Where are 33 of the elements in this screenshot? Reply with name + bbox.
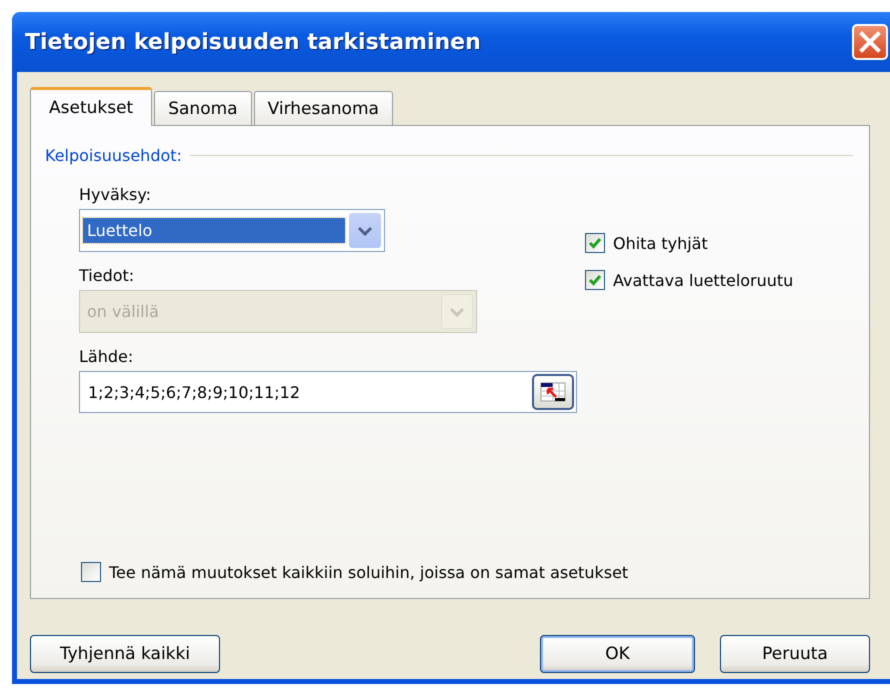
window-title: Tietojen kelpoisuuden tarkistaminen <box>25 30 481 54</box>
dropdown-value: Luettelo <box>83 218 345 243</box>
dialog-button[interactable]: Peruuta <box>720 635 870 673</box>
collapse-dialog-button[interactable] <box>532 374 574 410</box>
field-label: Lähde: <box>79 347 134 366</box>
field-label: Hyväksy: <box>79 185 152 204</box>
check-icon <box>588 237 602 249</box>
tab[interactable]: Sanoma <box>154 91 252 125</box>
checkbox-option[interactable]: Avattava luetteloruutu <box>585 270 794 290</box>
checkbox[interactable] <box>81 562 101 582</box>
tab[interactable]: Virhesanoma <box>254 91 393 125</box>
close-button[interactable] <box>852 24 888 60</box>
checkbox-option[interactable]: Tee nämä muutokset kaikkiin soluihin, joissa on samat asetukset <box>81 562 853 582</box>
dialog-button[interactable]: Tyhjennä kaikki <box>30 635 220 673</box>
checkbox-option[interactable]: Ohita tyhjät <box>585 233 794 253</box>
check-icon <box>588 274 602 286</box>
chevron-down-icon <box>357 226 373 236</box>
dropdown[interactable]: Luettelo <box>79 209 385 252</box>
range-select-icon <box>540 382 566 402</box>
dialog-button[interactable]: OK <box>540 635 695 673</box>
close-icon <box>857 29 883 55</box>
checkbox-label: Ohita tyhjät <box>613 234 708 252</box>
group-title: Kelpoisuusehdot: <box>45 146 182 165</box>
checkbox[interactable] <box>585 233 605 253</box>
chevron-down-icon <box>449 306 465 316</box>
dropdown-value: on välillä <box>86 301 160 323</box>
field-value: 1;2;3;4;5;6;7;8;9;10;11;12 <box>87 382 300 402</box>
field-label: Tiedot: <box>79 266 136 285</box>
checkbox-label: Tee nämä muutokset kaikkiin soluihin, joissa on samat asetukset <box>109 562 628 582</box>
checkbox-label: Avattava luetteloruutu <box>613 270 794 290</box>
tab[interactable]: Asetukset <box>30 87 152 126</box>
checkbox[interactable] <box>585 270 605 290</box>
input-field[interactable]: 1;2;3;4;5;6;7;8;9;10;11;12 <box>79 371 577 413</box>
